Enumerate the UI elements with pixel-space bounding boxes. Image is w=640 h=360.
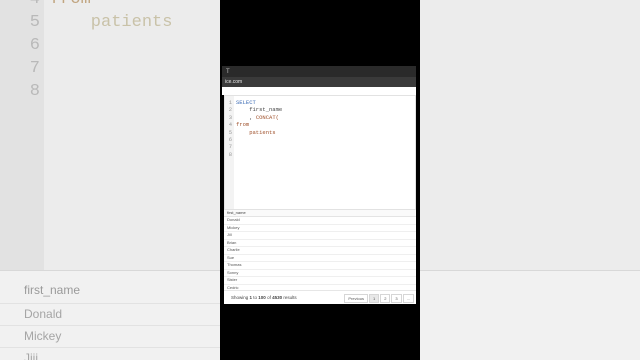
sql-code[interactable]: 1 SELECT 2 first_name 3 , CONCAT(4 from 5 pat… xyxy=(227,99,283,158)
results-table: first_name Donald Mickey Jill Brian Charlie S… xyxy=(224,210,416,300)
background-line-number: 8 xyxy=(29,82,40,101)
background-results-table: first_name Donald Mickey Jiji xyxy=(0,270,220,360)
line-number: 8 xyxy=(228,150,232,158)
code-line[interactable]: 4 from xyxy=(227,121,282,128)
more-pages-button[interactable]: ... xyxy=(402,294,414,303)
background-line-number: 4 xyxy=(0,0,50,11)
background-code-line: 6 xyxy=(0,34,220,57)
table-row: Donald xyxy=(224,217,416,225)
code-token: first_name xyxy=(236,106,283,114)
table-row: Charlie xyxy=(224,247,416,255)
table-row: Thomas xyxy=(224,262,416,270)
tab-icon[interactable]: T xyxy=(226,69,230,75)
background-table-row: Mickey xyxy=(0,325,220,347)
code-token: from xyxy=(236,121,250,129)
table-row: Sonny xyxy=(224,270,416,277)
code-token: CONCAT( xyxy=(255,113,279,121)
line-number: 5 xyxy=(228,128,232,136)
code-line[interactable]: 6 xyxy=(227,136,282,143)
background-code: 4from5 patients678 xyxy=(0,0,220,103)
page-button-1[interactable]: 1 xyxy=(368,294,380,303)
phone-bottom-area xyxy=(222,304,416,360)
code-line[interactable]: 1 SELECT xyxy=(227,99,282,106)
background-code-line: 8 xyxy=(0,80,220,103)
code-line[interactable]: 7 xyxy=(227,143,282,150)
background-code-line: 4from xyxy=(0,0,220,11)
code-line[interactable]: 2 first_name xyxy=(227,106,283,114)
background-left-panel: 4from5 patients678 first_name DonaldMick… xyxy=(0,0,220,360)
background-line-number: 5 xyxy=(29,13,40,32)
toolbar-gap xyxy=(222,87,416,95)
background-table-row: Donald xyxy=(0,303,220,325)
background-table-header: first_name xyxy=(24,283,81,297)
line-number: 4 xyxy=(228,121,232,129)
code-token: SELECT xyxy=(236,99,256,106)
line-number: 7 xyxy=(228,143,232,151)
background-code-line: 7 xyxy=(0,57,220,80)
background-line-number: 7 xyxy=(29,59,40,78)
code-token: , xyxy=(236,113,256,121)
background-table-row: Jiji xyxy=(0,347,220,360)
code-line[interactable]: 5 patients xyxy=(227,129,282,136)
background-code-text: from xyxy=(50,0,91,9)
page-button-3[interactable]: 3 xyxy=(391,294,402,303)
sql-editor[interactable]: 1 SELECT 2 first_name 3 , CONCAT(4 from 5 pat… xyxy=(224,95,416,210)
results-count-text: Showing 1 to 100 of 4530 results xyxy=(231,295,297,300)
table-row: Mickey xyxy=(224,225,416,232)
background-code-text: patients xyxy=(50,13,173,32)
code-token: patients xyxy=(236,128,276,136)
background-code-line: 5 patients xyxy=(0,11,220,34)
background-line-number: 6 xyxy=(29,36,40,55)
table-row: Jill xyxy=(224,232,416,240)
line-number: 2 xyxy=(228,106,232,114)
line-number: 1 xyxy=(228,99,232,106)
line-number: 6 xyxy=(228,136,232,144)
browser-tab-bar: T xyxy=(222,66,416,77)
previous-page-button[interactable]: Previous xyxy=(344,294,368,303)
pagination: Previous 1 2 3... xyxy=(344,294,414,303)
code-line[interactable]: 3 , CONCAT( xyxy=(227,114,282,121)
url-bar[interactable]: ice.com xyxy=(222,77,416,87)
results-footer: Showing 1 to 100 of 4530 results Previou… xyxy=(224,290,416,305)
table-row: Sister xyxy=(224,277,416,285)
page-button-2[interactable]: 2 xyxy=(380,294,391,303)
code-line[interactable]: 8 xyxy=(227,151,282,158)
table-row: Brian xyxy=(224,240,416,247)
background-right-table xyxy=(420,270,640,360)
table-row: Sue xyxy=(224,255,416,262)
line-number: 3 xyxy=(228,113,232,121)
column-header-first-name[interactable]: first_name xyxy=(224,210,416,217)
